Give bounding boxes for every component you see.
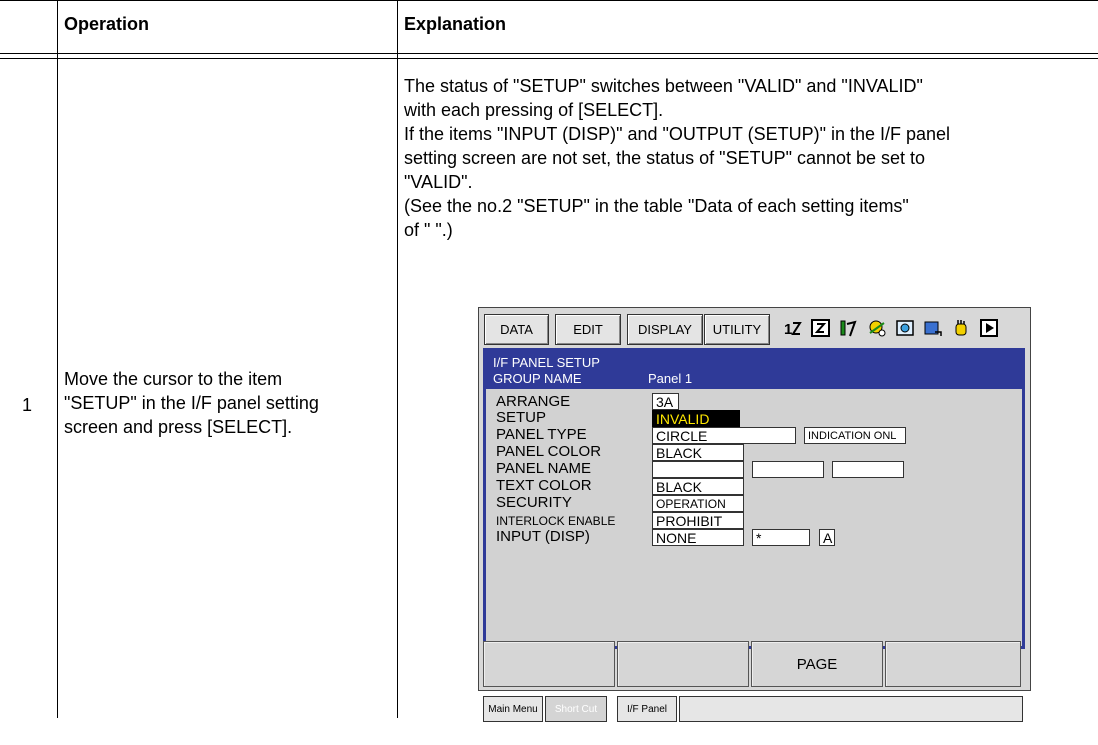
camera-icon [896, 320, 914, 336]
menu-edit-button[interactable]: EDIT [555, 314, 621, 345]
operation-text: Move the cursor to the item "SETUP" in t… [64, 367, 319, 439]
softkey-2[interactable] [617, 641, 749, 687]
group-name-value: Panel 1 [648, 371, 693, 386]
input-disp-type-field[interactable]: A [819, 529, 835, 546]
teach-mode-icon [811, 319, 830, 337]
panel-type-label: PANEL TYPE [496, 426, 587, 443]
panel-name-field[interactable] [652, 461, 744, 478]
servo-icon [869, 320, 886, 337]
explanation-line: of " ".) [404, 220, 453, 240]
softkey-page[interactable]: PAGE [751, 641, 883, 687]
page-icon [924, 321, 942, 336]
softkey-1[interactable] [483, 641, 615, 687]
explanation-line: "VALID". [404, 172, 473, 192]
security-label: SECURITY [496, 494, 572, 511]
header-bottom-border [0, 53, 1098, 54]
setup-panel: I/F PANEL SETUP GROUP NAME Panel 1 ARRAN… [483, 348, 1025, 649]
table-top-border [0, 0, 1098, 1]
operation-line: Move the cursor to the item [64, 369, 283, 389]
menu-data-button[interactable]: DATA [484, 314, 549, 345]
header-explanation: Explanation [404, 14, 507, 34]
softkey-4[interactable] [885, 641, 1021, 687]
if-panel-button[interactable]: I/F Panel [617, 696, 677, 722]
setup-field[interactable]: INVALID [652, 410, 740, 427]
input-disp-number-field[interactable]: * [752, 529, 810, 546]
explanation-line: (See the no.2 "SETUP" in the table "Data… [404, 196, 909, 216]
coordinate-icon: 1 [784, 321, 802, 338]
panel-name-field-3[interactable] [832, 461, 904, 478]
panel-name-label: PANEL NAME [496, 460, 592, 477]
hand-icon [955, 320, 967, 336]
text-color-label: TEXT COLOR [496, 477, 592, 494]
if-panel-setup-screen: DATA EDIT DISPLAY UTILITY 1 I/F PANEL SE [478, 307, 1031, 722]
bottom-bar: Main Menu Short Cut I/F Panel [479, 692, 1024, 722]
panel-type-extra-field[interactable]: INDICATION ONL [804, 427, 906, 444]
column-divider-2 [397, 0, 398, 718]
panel-color-field[interactable]: BLACK [652, 444, 744, 461]
explanation-text: The status of "SETUP" switches between "… [404, 74, 950, 242]
operation-line: screen and press [SELECT]. [64, 417, 293, 437]
panel-type-field[interactable]: CIRCLE [652, 427, 796, 444]
menu-display-button[interactable]: DISPLAY [627, 314, 703, 345]
column-divider-1 [57, 0, 58, 718]
arrange-field[interactable]: 3A [652, 393, 679, 410]
panel-title-bar: I/F PANEL SETUP GROUP NAME Panel 1 [486, 351, 1022, 389]
short-cut-button[interactable]: Short Cut [545, 696, 607, 722]
arrange-label: ARRANGE [496, 393, 571, 410]
header-operation: Operation [64, 14, 150, 34]
setup-label: SETUP [496, 409, 547, 426]
input-disp-label: INPUT (DISP) [496, 528, 590, 545]
panel-title: I/F PANEL SETUP [493, 355, 600, 370]
main-menu-button[interactable]: Main Menu [483, 696, 543, 722]
interlock-field[interactable]: PROHIBIT [652, 512, 744, 529]
svg-text:1: 1 [784, 321, 792, 338]
job-icon [840, 320, 857, 337]
interlock-label: INTERLOCK ENABLE [496, 514, 616, 528]
panel-name-field-2[interactable] [752, 461, 824, 478]
panel-color-label: PANEL COLOR [496, 443, 602, 460]
explanation-line: setting screen are not set, the status o… [404, 148, 926, 168]
status-message-area [679, 696, 1023, 722]
group-name-label: GROUP NAME [493, 371, 582, 386]
header-double-border [0, 58, 1098, 59]
input-disp-field[interactable]: NONE [652, 529, 744, 546]
security-field[interactable]: OPERATION [652, 495, 744, 512]
play-icon [980, 319, 998, 337]
text-color-field[interactable]: BLACK [652, 478, 744, 495]
menu-utility-button[interactable]: UTILITY [704, 314, 770, 345]
explanation-line: with each pressing of [SELECT]. [404, 100, 664, 120]
operation-line: "SETUP" in the I/F panel setting [64, 393, 319, 413]
explanation-line: If the items "INPUT (DISP)" and "OUTPUT … [404, 124, 951, 144]
explanation-line: The status of "SETUP" switches between "… [404, 76, 923, 96]
row-number: 1 [22, 395, 33, 415]
